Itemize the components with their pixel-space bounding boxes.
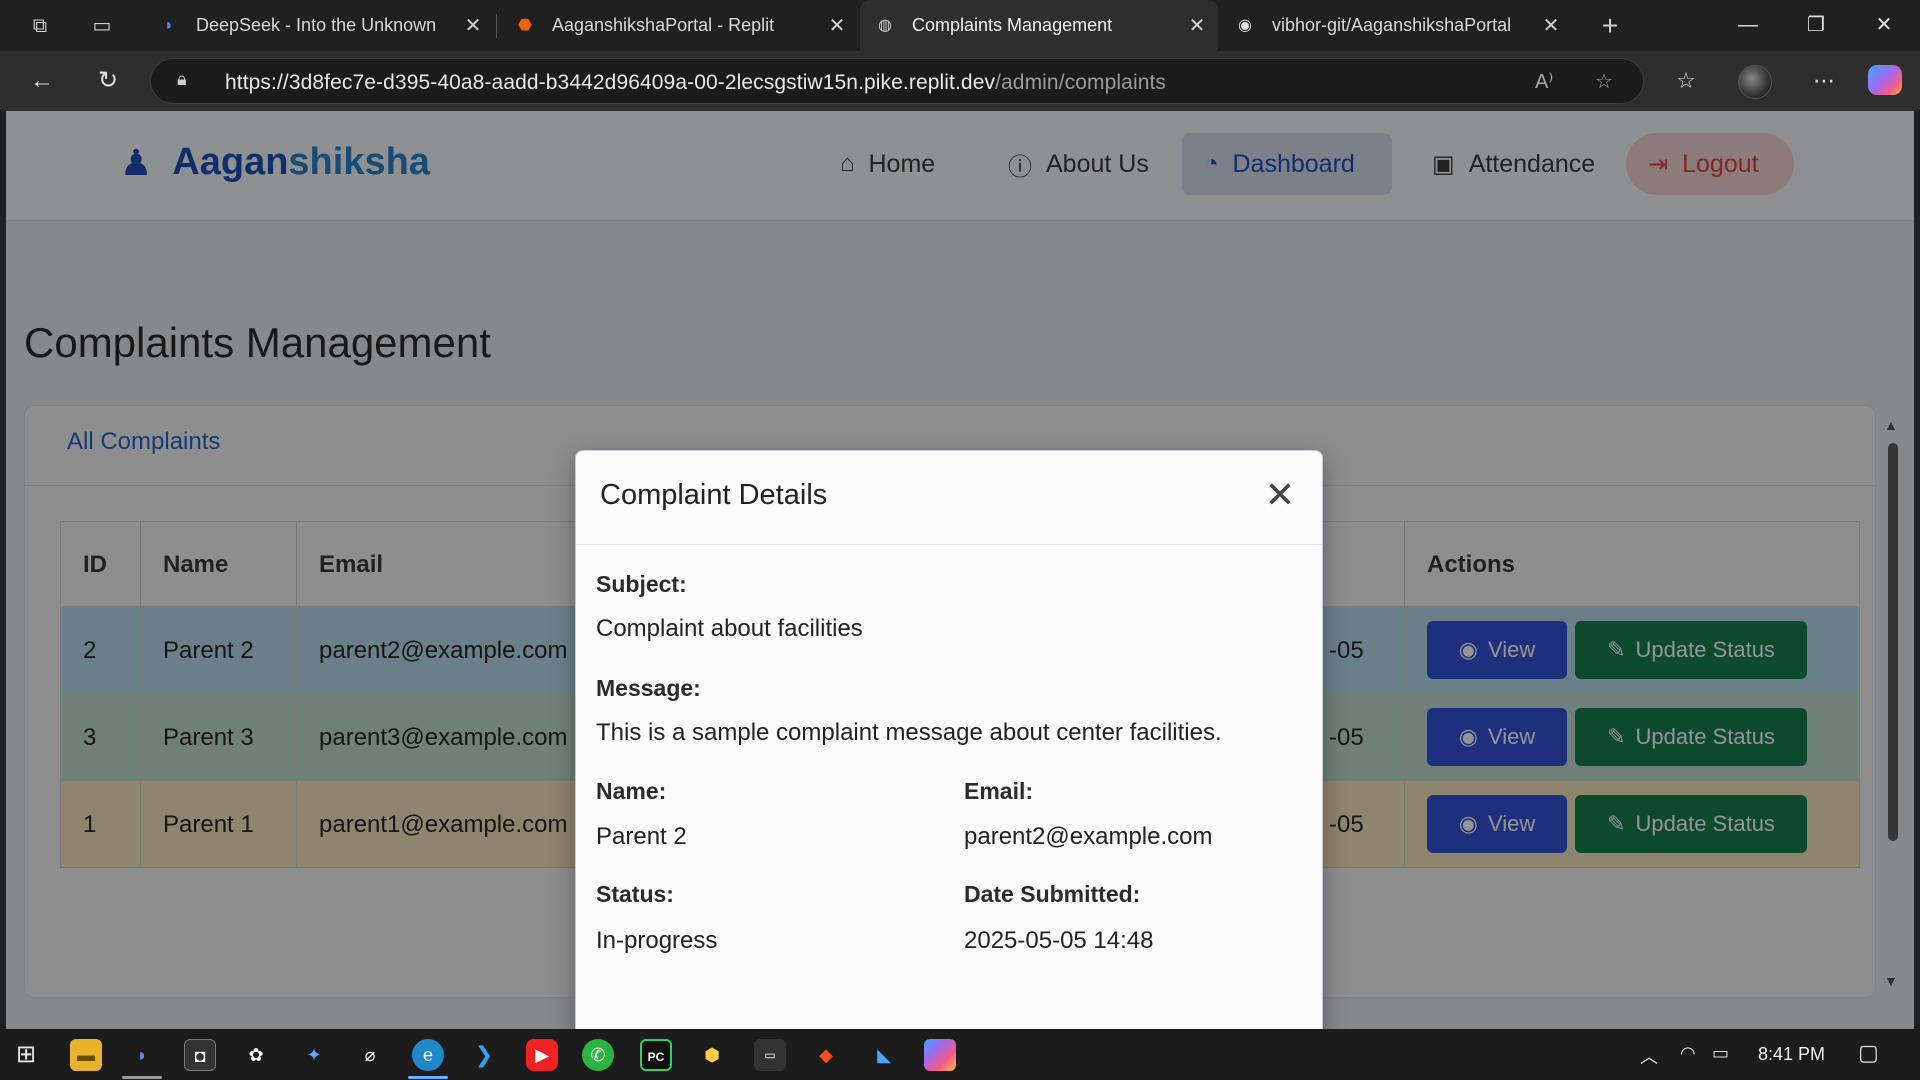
tab-complaints-management[interactable]: ◍ Complaints Management ✕ [860,0,1218,51]
favorites-icon[interactable]: ☆ [1670,65,1702,97]
windows-taskbar: ⊞ ▬ ◗ ◘ ✿ ✦ ⌀ e ❯ ▶ ✆ PC ⬢ ▭ ◆ ◣ ︿ ◠ ▭ 8… [0,1029,1920,1080]
whatsapp-icon[interactable]: ✆ [582,1039,614,1071]
tab-separator [496,14,497,38]
globe-icon: ◍ [878,16,892,34]
pycharm-icon[interactable]: PC [640,1039,672,1071]
name-value: Parent 2 [596,823,687,850]
tab-deepseek[interactable]: ◗ DeepSeek - Into the Unknown ✕ [144,0,494,51]
terminal-icon[interactable]: ▭ [754,1039,786,1071]
favorite-star-icon[interactable]: ☆ [1595,69,1613,94]
youtube-icon[interactable]: ▶ [526,1039,558,1071]
subject-label: Subject: [596,571,687,597]
url-host: https://3d8fec7e-d395-40a8-aadd-b3442d96… [225,71,996,94]
deepseek-whale-icon: ◗ [164,16,174,34]
profile-avatar[interactable] [1738,65,1772,99]
app-stack-icon[interactable]: ◣ [868,1039,900,1071]
new-tab-icon[interactable]: + [1596,12,1624,40]
reload-icon[interactable]: ↻ [92,65,124,97]
tab-title: DeepSeek - Into the Unknown [196,15,437,35]
status-label: Status: [596,881,674,907]
tab-actions-icon[interactable]: ▭ [88,12,116,40]
notifications-icon[interactable]: ▢ [1858,1040,1879,1066]
tray-chevron-icon[interactable]: ︿ [1640,1043,1658,1069]
app-ring-icon[interactable]: ⌀ [354,1039,386,1071]
close-tab-icon[interactable]: ✕ [824,13,850,38]
close-icon[interactable]: ✕ [1260,475,1300,515]
active-indicator [408,1076,448,1079]
vscode-icon[interactable]: ❯ [468,1039,500,1071]
message-value: This is a sample complaint message about… [596,719,1222,746]
deepseek-app-icon[interactable]: ◗ [126,1039,158,1071]
back-icon[interactable]: ← [26,65,58,97]
more-options-icon[interactable]: ⋯ [1808,65,1840,97]
lock-icon: 🔒︎ [177,69,187,89]
status-value: In-progress [596,927,718,954]
file-explorer-icon[interactable]: ▬ [70,1039,102,1071]
browser-tab-bar: ⧉ ▭ ◗ DeepSeek - Into the Unknown ✕ ⬣ Aa… [0,0,1920,51]
modal-header: Complaint Details ✕ [576,451,1322,545]
chatgpt-icon[interactable]: ✿ [240,1039,272,1071]
subject-value: Complaint about facilities [596,615,863,642]
running-indicator [122,1076,162,1079]
email-label: Email: [964,778,1034,804]
close-window-icon[interactable]: ✕ [1850,0,1918,51]
windows-start-icon[interactable]: ⊞ [10,1039,42,1071]
app-dark-square-icon[interactable]: ◘ [184,1039,216,1071]
copilot-icon[interactable] [1868,65,1902,95]
tab-github[interactable]: ◉ vibhor-git/AaganshikshaPortal ✕ [1220,0,1572,51]
read-aloud-icon[interactable]: A⁾ [1535,69,1553,94]
app-cube-icon[interactable]: ⬢ [696,1039,728,1071]
modal-title: Complaint Details [600,479,828,511]
workspaces-icon[interactable]: ⧉ [26,12,54,40]
tab-replit[interactable]: ⬣ AaganshikshaPortal - Replit ✕ [500,0,858,51]
date-label: Date Submitted: [964,881,1141,907]
tab-title: vibhor-git/AaganshikshaPortal [1272,15,1512,35]
gemini-sparkle-icon[interactable]: ✦ [298,1039,330,1071]
figma-icon[interactable]: ◆ [810,1039,842,1071]
battery-icon[interactable]: ▭ [1712,1043,1729,1064]
github-icon: ◉ [1238,16,1252,34]
url-field[interactable]: 🔒︎ https://3d8fec7e-d395-40a8-aadd-b3442… [150,58,1644,104]
close-tab-icon[interactable]: ✕ [460,13,486,38]
browser-address-bar: ← ↻ 🔒︎ https://3d8fec7e-d395-40a8-aadd-b… [0,51,1920,111]
wifi-icon[interactable]: ◠ [1680,1043,1696,1064]
tab-title: Complaints Management [912,15,1113,35]
copilot-app-icon[interactable] [924,1039,956,1071]
restore-icon[interactable]: ❐ [1782,0,1850,51]
date-value: 2025-05-05 14:48 [964,927,1154,954]
close-tab-icon[interactable]: ✕ [1184,13,1210,38]
replit-icon: ⬣ [518,16,532,34]
url-text: https://3d8fec7e-d395-40a8-aadd-b3442d96… [225,71,1166,95]
taskbar-clock[interactable]: 8:41 PM [1758,1044,1825,1065]
page-viewport: ♟ Aaganshiksha ⌂ Home ⓘ About Us ◔ Dashboar… [6,111,1914,1029]
name-label: Name: [596,778,667,804]
message-label: Message: [596,675,701,701]
minimize-icon[interactable]: — [1714,0,1782,51]
url-path: /admin/complaints [995,71,1167,94]
edge-browser-icon[interactable]: e [412,1039,444,1071]
email-value: parent2@example.com [964,823,1213,850]
complaint-details-modal: Complaint Details ✕ Subject: Complaint a… [575,450,1323,1029]
tab-title: AaganshikshaPortal - Replit [552,15,775,35]
close-tab-icon[interactable]: ✕ [1538,13,1564,38]
